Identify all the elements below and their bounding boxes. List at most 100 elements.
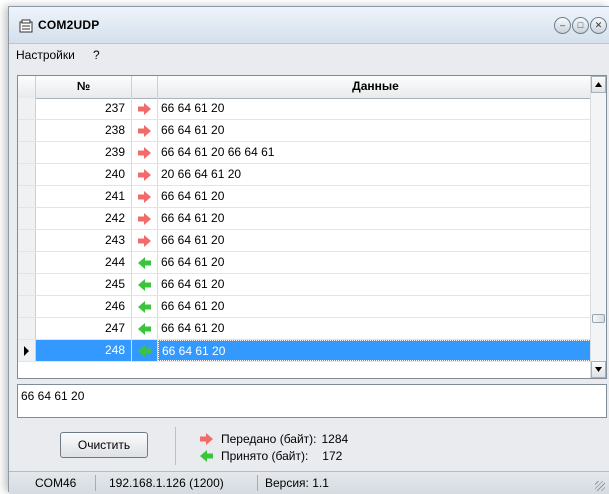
app-window: COM2UDP – □ ✕ Настройки ? № Данные 237 66… [8, 6, 609, 494]
row-selector[interactable] [18, 318, 36, 339]
scroll-down-icon [595, 367, 602, 372]
title-bar[interactable]: COM2UDP – □ ✕ [9, 7, 609, 44]
table-row[interactable]: 244 66 64 61 20 [18, 252, 593, 274]
row-selector[interactable] [18, 164, 36, 185]
row-selector[interactable] [18, 98, 36, 119]
status-separator [95, 475, 96, 491]
grid-rows: 237 66 64 61 20 238 66 64 61 20 239 66 64 61 … [18, 98, 593, 362]
table-row[interactable]: 237 66 64 61 20 [18, 98, 593, 120]
arrow-right-icon [138, 234, 151, 247]
row-data: 66 64 61 20 [161, 233, 225, 247]
arrow-left-icon [200, 450, 213, 462]
row-selector[interactable] [18, 340, 36, 361]
arrow-right-icon [138, 168, 151, 181]
header-direction[interactable] [132, 76, 158, 98]
table-row[interactable]: 245 66 64 61 20 [18, 274, 593, 296]
minimize-button[interactable]: – [554, 17, 571, 34]
status-version: Версия: 1.1 [265, 476, 329, 490]
sent-label: Передано (байт): [221, 432, 317, 446]
table-row[interactable]: 246 66 64 61 20 [18, 296, 593, 318]
row-selector[interactable] [18, 230, 36, 251]
minimize-icon: – [559, 20, 565, 30]
grid-header: № Данные [18, 76, 593, 99]
row-selector[interactable] [18, 142, 36, 163]
row-data: 66 64 61 20 [161, 321, 225, 335]
close-icon: ✕ [594, 20, 603, 30]
status-separator [257, 475, 258, 491]
row-data: 66 64 61 20 [158, 340, 593, 361]
table-row[interactable]: 240 20 66 64 61 20 [18, 164, 593, 186]
scroll-thumb[interactable] [592, 314, 605, 323]
row-number: 247 [36, 318, 132, 339]
received-stat: Принято (байт): 172 [200, 448, 342, 464]
menu-bar: Настройки ? [9, 44, 609, 65]
row-data: 66 64 61 20 [161, 189, 225, 203]
table-row[interactable]: 247 66 64 61 20 [18, 318, 593, 340]
row-selector[interactable] [18, 208, 36, 229]
table-row[interactable]: 243 66 64 61 20 [18, 230, 593, 252]
row-selector[interactable] [18, 186, 36, 207]
menu-help[interactable]: ? [93, 48, 100, 62]
row-data: 66 64 61 20 [161, 299, 225, 313]
window-title: COM2UDP [38, 18, 100, 32]
row-number: 246 [36, 296, 132, 317]
row-data: 66 64 61 20 [161, 277, 225, 291]
received-label: Принято (байт): [221, 449, 309, 463]
scroll-up-button[interactable] [591, 76, 606, 93]
arrow-right-icon [138, 212, 151, 225]
row-selector[interactable] [18, 274, 36, 295]
menu-settings[interactable]: Настройки [16, 48, 75, 62]
row-direction [132, 164, 158, 185]
scroll-down-button[interactable] [591, 361, 606, 378]
status-port: COM46 [35, 476, 77, 490]
arrow-right-icon [138, 146, 151, 159]
row-data: 66 64 61 20 [161, 255, 225, 269]
row-direction [132, 318, 158, 339]
detail-textbox[interactable]: 66 64 61 20 [17, 384, 607, 418]
row-selector[interactable] [18, 252, 36, 273]
row-direction [132, 98, 158, 119]
row-direction [132, 274, 158, 295]
table-row[interactable]: 248 66 64 61 20 [18, 340, 593, 362]
resize-grip[interactable] [595, 481, 605, 491]
arrow-right-icon [138, 102, 151, 115]
bottom-panel: Очистить Передано (байт): 1284 Принято (… [17, 424, 607, 468]
maximize-button[interactable]: □ [572, 17, 589, 34]
row-data: 66 64 61 20 [161, 123, 225, 137]
row-selector[interactable] [18, 296, 36, 317]
header-data[interactable]: Данные [158, 76, 593, 98]
row-data: 20 66 64 61 20 [161, 167, 242, 181]
table-row[interactable]: 242 66 64 61 20 [18, 208, 593, 230]
vertical-scrollbar[interactable] [590, 76, 606, 378]
clear-button[interactable]: Очистить [60, 432, 148, 458]
arrow-left-icon [138, 300, 151, 313]
row-direction [132, 296, 158, 317]
maximize-icon: □ [577, 20, 584, 30]
row-direction [132, 340, 158, 361]
arrow-right-icon [138, 190, 151, 203]
table-row[interactable]: 238 66 64 61 20 [18, 120, 593, 142]
header-num[interactable]: № [36, 76, 132, 98]
row-number: 242 [36, 208, 132, 229]
row-data: 66 64 61 20 66 64 61 [161, 145, 275, 159]
panel-divider [175, 427, 176, 465]
row-data: 66 64 61 20 [161, 211, 225, 225]
app-icon [19, 19, 33, 33]
row-direction [132, 252, 158, 273]
header-selector [18, 76, 36, 98]
row-direction [132, 230, 158, 251]
row-number: 244 [36, 252, 132, 273]
row-number: 237 [36, 98, 132, 119]
status-bar: COM46 192.168.1.126 (1200) Версия: 1.1 [9, 471, 609, 494]
arrow-left-icon [138, 278, 151, 291]
row-number: 240 [36, 164, 132, 185]
row-selector[interactable] [18, 120, 36, 141]
close-button[interactable]: ✕ [590, 17, 607, 34]
row-number: 248 [36, 340, 132, 361]
row-direction [132, 186, 158, 207]
table-row[interactable]: 239 66 64 61 20 66 64 61 [18, 142, 593, 164]
data-grid[interactable]: № Данные 237 66 64 61 20 238 66 64 61 20 239… [17, 75, 607, 379]
sent-value: 1284 [321, 432, 349, 446]
table-row[interactable]: 241 66 64 61 20 [18, 186, 593, 208]
row-data: 66 64 61 20 [161, 101, 225, 115]
